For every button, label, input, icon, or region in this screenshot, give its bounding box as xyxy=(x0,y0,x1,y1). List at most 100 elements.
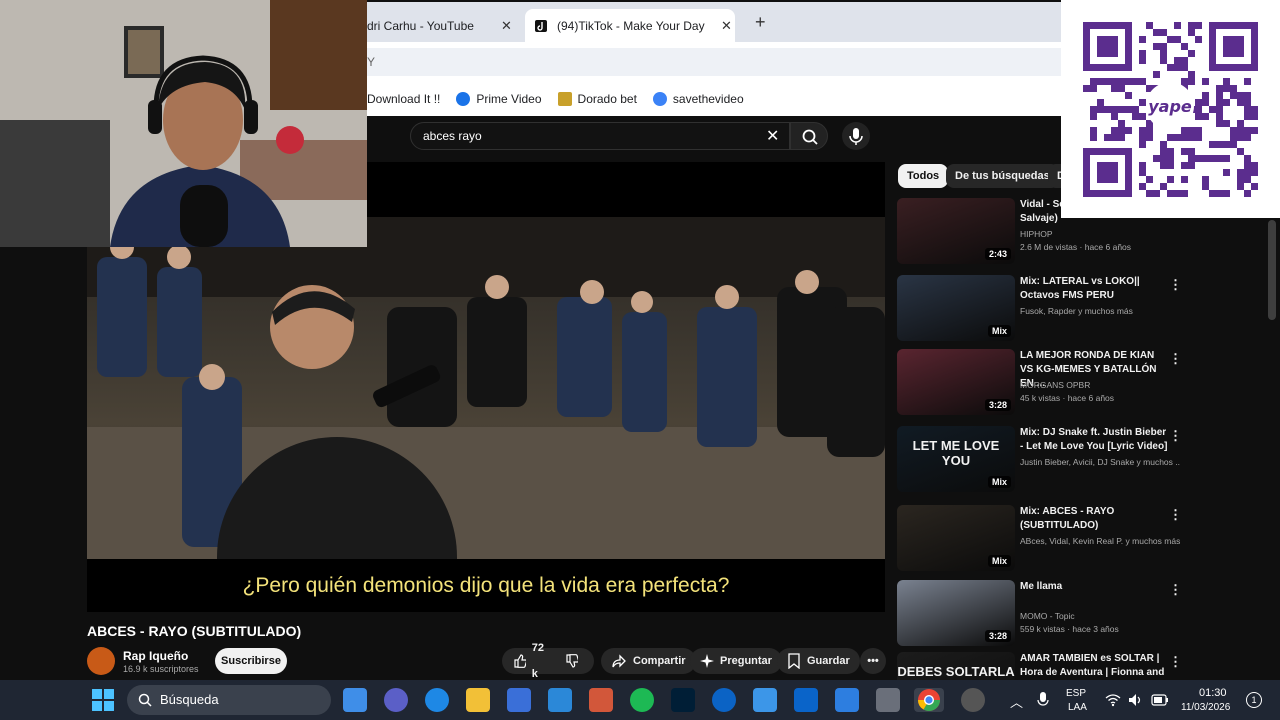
recommendation-channel: Fusok, Rapder y muchos más xyxy=(1020,306,1133,316)
chrome-active-slot[interactable] xyxy=(914,688,944,712)
recommendation-title[interactable]: Mix: LATERAL vs LOKO|| Octavos FMS PERU xyxy=(1020,275,1170,303)
screen: dri Carhu - YouTube ✕ (94)TikTok - Make … xyxy=(0,0,1280,720)
recommendation-item[interactable]: 3:28 LA MEJOR RONDA DE KIAN VS KG-MEMES Y… xyxy=(897,349,1272,419)
tab-tiktok[interactable]: (94)TikTok - Make Your Day ✕ xyxy=(525,9,735,42)
like-icon[interactable] xyxy=(512,653,526,669)
bookmark-savethevideo[interactable]: savethevideo xyxy=(652,92,744,106)
calculator-icon[interactable] xyxy=(876,688,900,712)
more-vertical-icon[interactable]: ⋮ xyxy=(1169,582,1182,598)
outlook-icon[interactable] xyxy=(794,688,818,712)
more-vertical-icon[interactable]: ⋮ xyxy=(1169,654,1182,670)
bookmark-download-it[interactable]: Download It !! xyxy=(367,92,440,106)
save-button[interactable]: Guardar xyxy=(777,648,860,674)
language-top[interactable]: ESP xyxy=(1066,688,1086,699)
microphone-icon[interactable] xyxy=(1037,692,1049,708)
task-view-icon[interactable] xyxy=(343,688,367,712)
video-frame[interactable] xyxy=(87,217,885,559)
tab-youtube[interactable]: dri Carhu - YouTube ✕ xyxy=(367,9,522,42)
scrollbar[interactable] xyxy=(1268,220,1276,320)
clear-search-icon[interactable]: ✕ xyxy=(766,126,779,146)
more-vertical-icon[interactable]: ⋮ xyxy=(1169,351,1182,367)
notepad-icon[interactable] xyxy=(753,688,777,712)
bookmark-label: savethevideo xyxy=(672,92,744,106)
more-horizontal-icon: ••• xyxy=(867,655,879,667)
teams-icon[interactable] xyxy=(384,688,408,712)
settings-icon[interactable] xyxy=(961,688,985,712)
wifi-icon[interactable] xyxy=(1105,693,1121,707)
notification-badge[interactable]: 1 xyxy=(1246,692,1262,708)
more-vertical-icon[interactable]: ⋮ xyxy=(1169,428,1182,444)
video-thumbnail[interactable]: 3:28 xyxy=(897,349,1015,415)
search-button[interactable] xyxy=(790,122,828,150)
browser-tab-strip: dri Carhu - YouTube ✕ (94)TikTok - Make … xyxy=(367,2,1061,42)
store-icon[interactable] xyxy=(507,688,531,712)
chrome-icon xyxy=(918,689,940,711)
video-thumbnail[interactable]: Mix xyxy=(897,275,1015,341)
video-thumbnail[interactable]: 3:28 xyxy=(897,580,1015,646)
chip-de-tus-busquedas[interactable]: De tus búsquedas xyxy=(946,164,1059,188)
bookmark-dorado-bet[interactable]: Dorado bet xyxy=(557,92,637,106)
yape-logo: yape xyxy=(1148,97,1192,116)
address-text: Y xyxy=(367,55,376,69)
duration-badge: 2:43 xyxy=(984,248,1011,260)
voice-search-button[interactable] xyxy=(842,122,870,150)
recommendation-stats: 2.6 M de vistas · hace 6 años xyxy=(1020,242,1132,252)
thumbnail-text: LET ME LOVE YOU xyxy=(912,438,1000,468)
language-bottom[interactable]: LAA xyxy=(1068,702,1087,713)
play-icon xyxy=(456,92,471,106)
recommendation-title[interactable]: Me llama xyxy=(1020,580,1170,594)
video-thumbnail[interactable]: LET ME LOVE YOU Mix xyxy=(897,426,1015,492)
mail-icon[interactable] xyxy=(548,688,572,712)
bookmark-prime-video[interactable]: Prime Video xyxy=(456,92,542,106)
channel-avatar[interactable] xyxy=(87,647,115,675)
ask-button[interactable]: Preguntar xyxy=(690,648,782,674)
bookmark-label: Prime Video xyxy=(476,92,542,106)
recommendation-stats: 559 k vistas · hace 3 años xyxy=(1020,624,1119,634)
file-explorer-icon[interactable] xyxy=(466,688,490,712)
webcam-overlay xyxy=(0,0,367,247)
video-thumbnail[interactable]: 2:43 xyxy=(897,198,1015,264)
windows-taskbar: Búsqueda ︿ ESP LAA 01:30 11/03/2026 1 xyxy=(0,680,1280,720)
recommendation-item[interactable]: LET ME LOVE YOU Mix Mix: DJ Snake ft. Just… xyxy=(897,426,1272,496)
media-player-icon[interactable] xyxy=(589,688,613,712)
recommendation-title[interactable]: Mix: ABCES - RAYO (SUBTITULADO) xyxy=(1020,505,1170,533)
spotify-icon[interactable] xyxy=(630,688,654,712)
subscribe-button[interactable]: Suscribirse xyxy=(215,648,287,674)
tab-label: dri Carhu - YouTube xyxy=(367,18,474,33)
more-vertical-icon[interactable]: ⋮ xyxy=(1169,507,1182,523)
new-tab-button[interactable]: + xyxy=(755,12,766,33)
recommendation-title[interactable]: Mix: DJ Snake ft. Justin Bieber - Let Me… xyxy=(1020,426,1170,454)
chip-todos[interactable]: Todos xyxy=(898,164,949,188)
calendar-icon[interactable] xyxy=(835,688,859,712)
onedrive-icon[interactable] xyxy=(712,688,736,712)
yape-qr-code: yape xyxy=(1061,0,1280,218)
taskbar-search-input[interactable]: Búsqueda xyxy=(127,685,331,715)
close-icon[interactable]: ✕ xyxy=(721,18,732,34)
dislike-icon[interactable] xyxy=(564,653,579,669)
clock-time[interactable]: 01:30 xyxy=(1199,687,1227,699)
recommendation-item[interactable]: Mix Mix: ABCES - RAYO (SUBTITULADO) ABces,… xyxy=(897,505,1272,575)
recommendation-item[interactable]: 3:28 Me llama MOMO - Topic 559 k vistas · h… xyxy=(897,580,1272,650)
video-title: ABCES - RAYO (SUBTITULADO) xyxy=(87,623,302,639)
search-input[interactable]: abces rayo xyxy=(410,122,790,150)
edge-icon[interactable] xyxy=(425,688,449,712)
video-subtitle: ¿Pero quién demonios dijo que la vida er… xyxy=(242,574,730,597)
close-icon[interactable]: ✕ xyxy=(501,18,512,34)
clock-date[interactable]: 11/03/2026 xyxy=(1181,702,1230,713)
share-button[interactable]: Compartir xyxy=(601,648,696,674)
save-label: Guardar xyxy=(807,655,850,667)
channel-name[interactable]: Rap Iqueño xyxy=(123,649,188,663)
recommendation-item[interactable]: Mix Mix: LATERAL vs LOKO|| Octavos FMS PE… xyxy=(897,275,1272,345)
photoshop-icon[interactable] xyxy=(671,688,695,712)
battery-icon[interactable] xyxy=(1151,693,1169,707)
share-icon xyxy=(612,654,626,668)
video-thumbnail[interactable]: Mix xyxy=(897,505,1015,571)
ask-label: Preguntar xyxy=(720,655,772,667)
duration-badge: 3:28 xyxy=(984,399,1011,411)
more-actions-button[interactable]: ••• xyxy=(860,648,886,674)
more-vertical-icon[interactable]: ⋮ xyxy=(1169,277,1182,293)
volume-icon[interactable] xyxy=(1128,693,1144,707)
windows-start-icon[interactable] xyxy=(91,688,115,712)
chevron-up-icon[interactable]: ︿ xyxy=(1010,692,1023,711)
omnibox[interactable]: Y xyxy=(367,48,1061,76)
